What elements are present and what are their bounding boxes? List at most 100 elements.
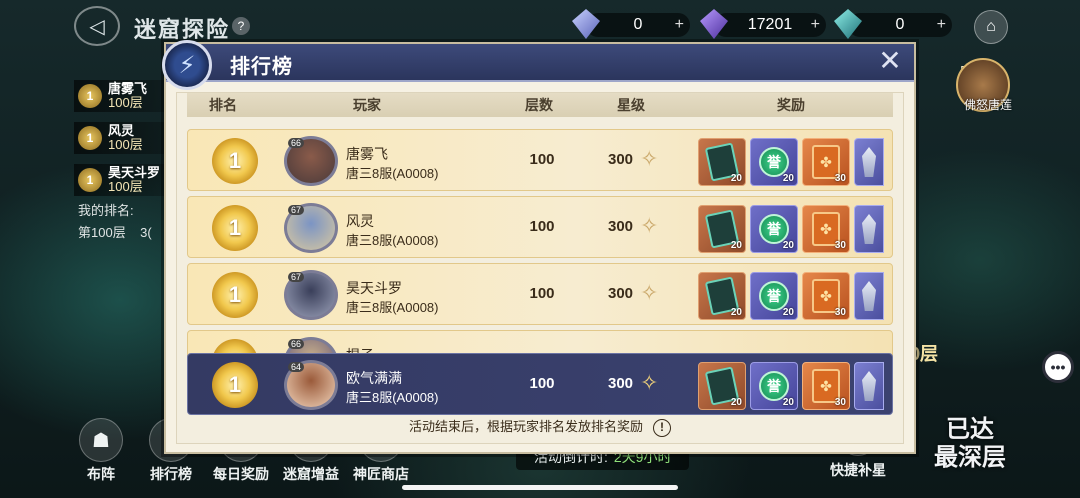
reward-count: 20 (730, 307, 742, 318)
resource-diamond-value: 0 (633, 16, 643, 33)
resource-gold-value: 17201 (747, 16, 793, 33)
rank-number: 1 (228, 215, 242, 240)
add-diamond-button[interactable]: + (675, 16, 684, 34)
modal-header: ⚡ 排行榜 ✕ (162, 40, 914, 90)
col-rank: 排名 (209, 97, 237, 113)
rank-medal-icon: 1 (78, 126, 102, 150)
player-name: 风灵 (346, 213, 374, 229)
player-level: 66 (288, 339, 305, 349)
side-leaderboard-row: 1 风灵 100层 (74, 122, 174, 154)
chat-bubble-icon: ••• (1050, 359, 1066, 375)
player-stars: 300 (608, 151, 634, 168)
reward-crystal[interactable] (854, 138, 884, 186)
my-rank-extra: 3( (140, 225, 152, 240)
player-server: 唐三8服(A0008) (346, 233, 439, 248)
reward-scroll[interactable]: 20 (698, 138, 746, 186)
side-leaderboard-row: 1 昊天斗罗 100层 (74, 164, 174, 196)
reward-honor-token[interactable]: 誉 20 (750, 362, 798, 410)
my-rank-floor: 第100层 (78, 225, 126, 240)
player-stars: 300 (608, 375, 634, 392)
side-player-floor: 100层 (108, 137, 143, 152)
gold-rank-medal-icon: 1 (206, 266, 264, 324)
deepest-line-2: 最深层 (934, 444, 1006, 471)
nav-formation[interactable]: ☗ 布阵 (70, 418, 132, 484)
player-level: 64 (288, 362, 305, 372)
reward-scroll[interactable]: 20 (698, 272, 746, 320)
col-player: 玩家 (353, 97, 381, 113)
home-indicator[interactable] (402, 485, 678, 490)
leaderboard-row[interactable]: 1 67 风灵 唐三8服(A0008) 100 300 ✧ 20 誉 20 ✤ 30 (187, 196, 893, 258)
reward-scroll[interactable]: 20 (698, 205, 746, 253)
scene-title: 迷窟探险 (134, 17, 231, 42)
reward-card-pack[interactable]: ✤ 30 (802, 272, 850, 320)
reward-crystal[interactable] (854, 362, 884, 410)
reward-scroll[interactable]: 20 (698, 362, 746, 410)
player-server: 唐三8服(A0008) (346, 300, 439, 315)
crystal-icon (862, 281, 876, 311)
home-icon: ⌂ (986, 18, 996, 35)
back-button[interactable]: ◁ (74, 6, 120, 46)
reward-count: 20 (730, 240, 742, 251)
info-icon[interactable]: ! (653, 419, 671, 437)
my-rank-row[interactable]: 1 64 欧气满满 唐三8服(A0008) 100 300 ✧ 20 誉 20 ✤ 30 (187, 353, 893, 415)
crystal-icon (862, 147, 876, 177)
boss-label: 佛怒唐莲 (963, 98, 1012, 112)
reward-count: 20 (730, 397, 742, 408)
rank-number: 1 (228, 148, 242, 173)
home-button[interactable]: ⌂ (974, 10, 1008, 44)
reward-count: 30 (834, 240, 846, 251)
help-icon[interactable]: ? (232, 17, 250, 35)
leaderboard-list[interactable]: 1 66 唐雾飞 唐三8服(A0008) 100 300 ✧ 20 誉 20 ✤ 30 1 67 风灵 唐三8… (187, 129, 893, 421)
side-leaderboard-row: 1 唐雾飞 100层 (74, 80, 174, 112)
reward-honor-token[interactable]: 誉 20 (750, 138, 798, 186)
reward-count: 20 (782, 173, 794, 184)
resource-crystal: 0 + (834, 9, 952, 39)
back-arrow-icon: ◁ (89, 15, 105, 38)
resource-crystal-value: 0 (895, 16, 905, 33)
reward-list: 20 誉 20 ✤ 30 (698, 272, 884, 320)
col-rewards: 奖励 (777, 97, 805, 113)
nav-smith-shop-label: 神匠商店 (353, 466, 409, 482)
nav-daily-reward-label: 每日奖励 (213, 466, 269, 482)
reward-honor-token[interactable]: 誉 20 (750, 205, 798, 253)
gold-rank-medal-icon: 1 (206, 356, 264, 414)
reward-count: 20 (782, 240, 794, 251)
player-level: 67 (288, 205, 305, 215)
rank-number: 1 (228, 282, 242, 307)
reward-card-pack[interactable]: ✤ 30 (802, 362, 850, 410)
purple-gem-icon (700, 9, 728, 39)
reward-card-pack[interactable]: ✤ 30 (802, 205, 850, 253)
reward-crystal[interactable] (854, 272, 884, 320)
rank-number: 1 (228, 372, 242, 397)
player-server: 唐三8服(A0008) (346, 390, 439, 405)
player-floors: 100 (529, 218, 555, 235)
add-crystal-button[interactable]: + (937, 16, 946, 34)
player-floors: 100 (529, 375, 555, 392)
reward-card-pack[interactable]: ✤ 30 (802, 138, 850, 186)
reward-count: 20 (782, 307, 794, 318)
footer-note-text: 活动结束后，根据玩家排名发放排名奖励 (408, 419, 643, 435)
reward-crystal[interactable] (854, 205, 884, 253)
player-level: 67 (288, 272, 305, 282)
chat-button[interactable]: ••• (1042, 351, 1074, 383)
reward-list: 20 誉 20 ✤ 30 (698, 362, 884, 410)
reward-honor-token[interactable]: 誉 20 (750, 272, 798, 320)
leaderboard-row[interactable]: 1 67 昊天斗罗 唐三8服(A0008) 100 300 ✧ 20 誉 20 ✤ 30 (187, 263, 893, 325)
star-icon: ✧ (640, 280, 659, 305)
my-rank-summary: 我的排名: 第100层 3( (78, 200, 152, 244)
reward-count: 20 (730, 173, 742, 184)
close-button[interactable]: ✕ (876, 47, 904, 76)
quick-refill-label: 快捷补星 (830, 462, 886, 478)
side-player-floor: 100层 (108, 95, 143, 110)
rank-medal-icon: 1 (78, 168, 102, 192)
add-gold-button[interactable]: + (811, 16, 820, 34)
nav-formation-label: 布阵 (87, 466, 115, 482)
formation-icon: ☗ (79, 418, 123, 462)
reward-list: 20 誉 20 ✤ 30 (698, 138, 884, 186)
crystal-icon (862, 371, 876, 401)
side-player-name: 昊天斗罗 (108, 165, 161, 180)
modal-body: 排名 玩家 层数 星级 奖励 1 66 唐雾飞 唐三8服(A0008) 100 300 ✧ 2… (176, 92, 904, 444)
player-stars: 300 (608, 218, 634, 235)
reward-count: 20 (782, 397, 794, 408)
leaderboard-row[interactable]: 1 66 唐雾飞 唐三8服(A0008) 100 300 ✧ 20 誉 20 ✤ 30 (187, 129, 893, 191)
